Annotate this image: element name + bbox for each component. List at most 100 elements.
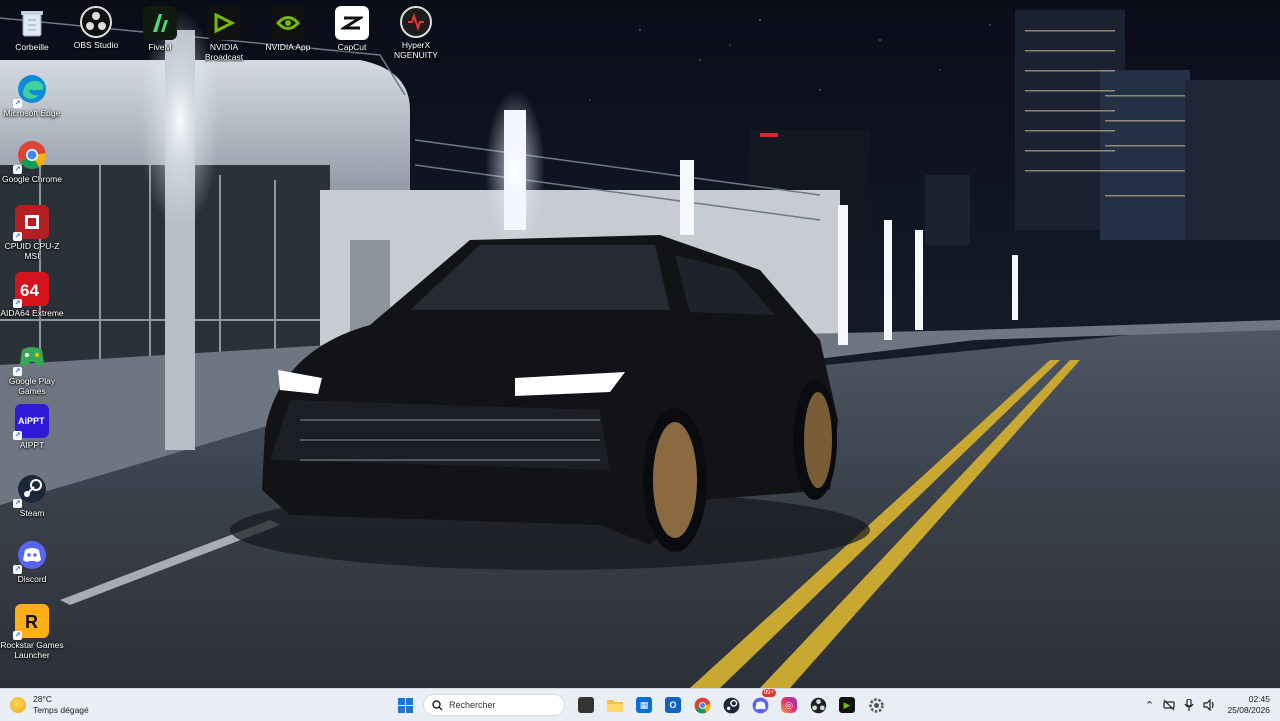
- steam-taskbar-button[interactable]: [718, 692, 744, 718]
- desktop-icon-label: CPUID CPU-Z MSI: [4, 241, 60, 261]
- clock[interactable]: 02:45 25/08/2026: [1227, 694, 1270, 716]
- taskbar-center: Rechercher ▦ O 99+ ◎ ▶: [392, 689, 892, 718]
- desktop-icon-label: Microsoft Edge: [3, 108, 61, 118]
- desktop-icon-google-chrome[interactable]: ↗ Google Chrome: [0, 138, 64, 184]
- desktop-wallpaper: [0, 0, 1280, 688]
- clock-time: 02:45: [1248, 694, 1270, 704]
- discord-icon: [752, 697, 768, 713]
- hyperx-icon: [400, 6, 432, 38]
- desktop-icon-label: AIDA64 Extreme: [0, 308, 64, 318]
- rockstar-icon: R ↗: [13, 604, 49, 640]
- desktop-icon-microsoft-edge[interactable]: ↗ Microsoft Edge: [0, 72, 64, 118]
- shortcut-arrow-icon: ↗: [13, 165, 22, 174]
- volume-icon[interactable]: [1199, 695, 1219, 715]
- desktop-icon-label: Google Play Games: [8, 376, 56, 396]
- desktop-icon-nvidia-broadcast[interactable]: NVIDIA Broadcast: [192, 6, 256, 62]
- desktop-icon-obs-studio[interactable]: OBS Studio: [64, 6, 128, 50]
- task-view-icon: [578, 697, 594, 713]
- discord-taskbar-button[interactable]: 99+: [747, 689, 776, 718]
- desktop-icon-label: Corbeille: [15, 42, 49, 52]
- search-icon: [432, 699, 443, 710]
- nvidia-broadcast-icon: [207, 6, 241, 40]
- microsoft-store-icon: ▦: [636, 697, 652, 713]
- fivem-icon: [143, 6, 177, 40]
- system-tray: ⌃ 02:45 25/08/2026: [1139, 692, 1270, 718]
- settings-icon: [868, 697, 884, 713]
- desktop-icon-label: Rockstar Games Launcher: [0, 640, 64, 660]
- discord-icon: ↗: [13, 538, 49, 574]
- instagram-taskbar-button[interactable]: ◎: [776, 692, 802, 718]
- google-play-games-icon: ↗: [13, 340, 49, 376]
- shortcut-arrow-icon: ↗: [13, 499, 22, 508]
- desktop-icon-rockstar[interactable]: R ↗ Rockstar Games Launcher: [0, 604, 64, 660]
- windows-logo-icon: [397, 697, 413, 713]
- shortcut-arrow-icon: ↗: [13, 367, 22, 376]
- shortcut-arrow-icon: ↗: [13, 431, 22, 440]
- svg-text:64: 64: [20, 281, 39, 300]
- desktop-icon-label: Steam: [19, 508, 45, 518]
- obs-icon: [810, 697, 826, 713]
- desktop-icon-label: FiveM: [148, 42, 172, 52]
- recycle-bin-icon: [15, 6, 49, 40]
- aida64-icon: 64 ↗: [13, 272, 49, 308]
- weather-temperature: 28°C: [33, 694, 52, 704]
- search-placeholder: Rechercher: [449, 700, 496, 710]
- weather-widget[interactable]: 28°C Temps dégagé: [10, 693, 89, 717]
- desktop-icon-discord[interactable]: ↗ Discord: [0, 538, 64, 584]
- svg-text:AiPPT: AiPPT: [18, 416, 45, 426]
- desktop-icon-label: OBS Studio: [73, 40, 119, 50]
- desktop-icon-cpu-z[interactable]: ↗ CPUID CPU-Z MSI: [0, 205, 64, 261]
- desktop-icon-label: CapCut: [337, 42, 367, 52]
- desktop-icon-aida64[interactable]: 64 ↗ AIDA64 Extreme: [0, 272, 64, 318]
- nvidia-icon: ▶: [839, 697, 855, 713]
- shortcut-arrow-icon: ↗: [13, 232, 22, 241]
- outlook-button[interactable]: O: [660, 692, 686, 718]
- shortcut-arrow-icon: ↗: [13, 99, 22, 108]
- search-box[interactable]: Rechercher: [423, 694, 565, 716]
- clock-date: 25/08/2026: [1227, 705, 1270, 715]
- outlook-icon: O: [665, 697, 681, 713]
- settings-taskbar-button[interactable]: [863, 692, 889, 718]
- desktop-icon-nvidia-app[interactable]: NVIDIA App: [256, 6, 320, 52]
- obs-taskbar-button[interactable]: [805, 692, 831, 718]
- file-explorer-button[interactable]: [602, 692, 628, 718]
- edge-icon: ↗: [13, 72, 49, 108]
- shortcut-arrow-icon: ↗: [13, 299, 22, 308]
- weather-description: Temps dégagé: [33, 705, 89, 715]
- microphone-icon[interactable]: [1179, 695, 1199, 715]
- desktop-icon-capcut[interactable]: CapCut: [320, 6, 384, 52]
- task-view-button[interactable]: [573, 692, 599, 718]
- shortcut-arrow-icon: ↗: [13, 565, 22, 574]
- steam-icon: [723, 697, 739, 713]
- chrome-icon: [694, 697, 710, 713]
- desktop-icon-aippt[interactable]: AiPPT ↗ AIPPT: [0, 404, 64, 450]
- file-explorer-icon: [607, 699, 623, 712]
- shortcut-arrow-icon: ↗: [13, 631, 22, 640]
- taskbar: 28°C Temps dégagé Rechercher ▦ O 99+ ◎ ▶…: [0, 688, 1280, 721]
- desktop-icon-recycle-bin[interactable]: Corbeille: [0, 6, 64, 52]
- desktop-icon-label: AIPPT: [19, 440, 45, 450]
- nvidia-taskbar-button[interactable]: ▶: [834, 692, 860, 718]
- desktop-icon-hyperx[interactable]: HyperX NGENUITY: [384, 6, 448, 60]
- network-icon[interactable]: [1159, 695, 1179, 715]
- microsoft-store-button[interactable]: ▦: [631, 692, 657, 718]
- steam-icon: ↗: [13, 472, 49, 508]
- chrome-taskbar-button[interactable]: [689, 692, 715, 718]
- wallpaper-scene: [0, 0, 1280, 688]
- desktop-icon-label: HyperX NGENUITY: [394, 40, 438, 60]
- start-button[interactable]: [392, 692, 418, 718]
- show-hidden-icons-chevron-icon[interactable]: ⌃: [1139, 695, 1159, 715]
- aippt-icon: AiPPT ↗: [13, 404, 49, 440]
- nvidia-icon: [271, 6, 305, 40]
- desktop-icon-label: Google Chrome: [1, 174, 62, 184]
- desktop-icon-label: NVIDIA Broadcast: [204, 42, 244, 62]
- instagram-icon: ◎: [781, 697, 797, 713]
- desktop-icon-label: NVIDIA App: [265, 42, 311, 52]
- desktop-icon-fivem[interactable]: FiveM: [128, 6, 192, 52]
- capcut-icon: [335, 6, 369, 40]
- obs-icon: [80, 6, 112, 38]
- desktop-icon-steam[interactable]: ↗ Steam: [0, 472, 64, 518]
- svg-text:R: R: [25, 612, 38, 632]
- desktop-icon-google-play-games[interactable]: ↗ Google Play Games: [0, 340, 64, 396]
- chrome-icon: ↗: [13, 138, 49, 174]
